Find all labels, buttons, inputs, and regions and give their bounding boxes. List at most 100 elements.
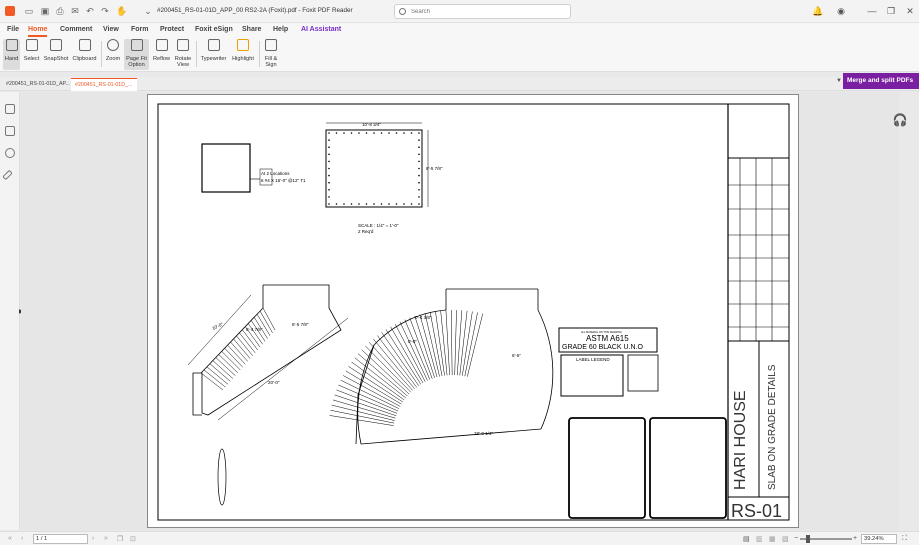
document-title: #200451_RS-01-01D_APP_00 RS2-2A (Foxit).… — [157, 7, 353, 14]
rebar-dot — [358, 132, 360, 134]
rebar-dot — [388, 203, 390, 205]
document-tab-2[interactable]: #200451_RS-01-01D_... — [71, 78, 137, 91]
hand-icon — [5, 39, 18, 51]
rebar-line — [450, 310, 453, 376]
search-input[interactable] — [411, 7, 561, 17]
single-page-icon[interactable]: ▤ — [743, 535, 750, 543]
restore-button[interactable]: ❐ — [885, 5, 897, 17]
next-page-icon[interactable]: › — [92, 535, 94, 542]
typewriter-button[interactable]: Typewriter — [199, 39, 228, 70]
sheet-title: SLAB ON GRADE DETAILS — [767, 364, 778, 490]
center-dimension-3: 6'-5" — [512, 353, 521, 358]
note-rebar: 6 #4 X 16'-0" @12" T1 — [261, 178, 306, 183]
rebar-dot — [418, 181, 420, 184]
left-dimension-1: 10'-0" — [211, 321, 224, 331]
snapshot-icon — [50, 39, 62, 51]
print-icon[interactable]: ⎙ — [55, 6, 65, 16]
chevron-down-icon[interactable]: ▼ — [836, 78, 842, 84]
page-number-field[interactable]: 1 / 1 — [33, 534, 88, 544]
menu-ai-assistant[interactable]: AI Assistant — [301, 26, 341, 33]
continuous-facing-icon[interactable]: ▧ — [782, 535, 789, 543]
previous-page-icon[interactable]: ‹ — [21, 535, 23, 542]
rebar-dot — [380, 132, 383, 134]
note-locations: At 2 Locations — [261, 171, 290, 176]
rebar-dot — [410, 203, 413, 205]
center-dimension-4: 28'-0 1/4" — [474, 431, 493, 436]
zoom-slider-thumb[interactable] — [806, 535, 810, 543]
rebar-line — [329, 415, 394, 426]
select-button[interactable]: Select — [23, 39, 40, 70]
hand-tool-icon[interactable]: ✋ — [116, 6, 127, 16]
menu-share[interactable]: Share — [242, 26, 261, 33]
merge-split-pdfs-button[interactable]: Merge and split PDFs — [843, 73, 919, 89]
comments-icon[interactable] — [5, 148, 15, 158]
rebar-line — [445, 310, 450, 376]
clipboard-button[interactable]: Clipboard — [71, 39, 98, 70]
first-page-icon[interactable]: « — [8, 535, 12, 542]
rebar-line — [414, 315, 435, 378]
fill-sign-button[interactable]: Fill & Sign — [262, 39, 280, 70]
snapshot-button[interactable]: SnapShot — [43, 39, 69, 70]
menu-protect[interactable]: Protect — [160, 26, 184, 33]
rebar-dot — [373, 132, 375, 134]
save-icon[interactable]: ▣ — [40, 6, 50, 16]
reflow-button[interactable]: Reflow — [151, 39, 172, 70]
zoom-button[interactable]: Zoom — [104, 39, 122, 70]
rebar-dot — [343, 203, 345, 205]
page-fit-icon — [130, 39, 143, 51]
highlight-button[interactable]: Highlight — [230, 39, 256, 70]
rebar-dot — [418, 160, 420, 163]
email-icon[interactable]: ✉ — [70, 6, 80, 16]
menu-view[interactable]: View — [103, 26, 119, 33]
zoom-icon — [107, 39, 119, 51]
rebar-line — [200, 372, 224, 391]
customize-dropdown-icon[interactable]: ⌄ — [143, 6, 153, 16]
menu-help[interactable]: Help — [273, 26, 288, 33]
menu-form[interactable]: Form — [131, 26, 149, 33]
menu-file[interactable]: File — [7, 26, 19, 33]
minimize-button[interactable]: — — [866, 5, 878, 17]
attachment-icon[interactable] — [2, 169, 13, 181]
fit-page-icon[interactable]: ⊡ — [130, 535, 136, 543]
document-tab-1[interactable]: #200451_RS-01-01D_AP... — [2, 78, 70, 91]
zoom-out-icon[interactable]: − — [794, 535, 798, 542]
zoom-in-icon[interactable]: + — [853, 535, 857, 542]
rebar-dot — [365, 203, 368, 205]
rotate-icon — [177, 39, 189, 51]
page-fit-option-button[interactable]: Page Fit Option — [124, 39, 149, 70]
select-text-icon — [25, 39, 38, 51]
pages-icon[interactable] — [5, 126, 15, 136]
menu-home[interactable]: Home — [28, 26, 47, 33]
redo-icon[interactable]: ↷ — [100, 6, 110, 16]
title-bar: ▭ ▣ ⎙ ✉ ↶ ↷ ✋ ⌄ #200451_RS-01-01D_APP_00… — [0, 0, 919, 23]
undo-icon[interactable]: ↶ — [85, 6, 95, 16]
pdf-page[interactable]: HARI HOUSE SLAB ON GRADE DETAILS RS-01 A… — [147, 94, 799, 528]
rebar-line — [365, 345, 412, 393]
rebar-line — [440, 310, 448, 376]
menu-esign[interactable]: Foxit eSign — [195, 26, 233, 33]
search-field[interactable] — [394, 4, 571, 19]
close-button[interactable]: ✕ — [904, 5, 916, 17]
headset-support-icon[interactable]: 🎧 — [892, 113, 908, 129]
rebar-dot — [328, 153, 330, 156]
left-dimension-4: 20'-0" — [268, 380, 280, 385]
hand-button[interactable]: Hand — [3, 39, 20, 70]
fullscreen-icon[interactable]: ⛶ — [902, 535, 907, 543]
zoom-level-field[interactable]: 39.24% — [861, 534, 897, 544]
rebar-dot — [418, 189, 420, 191]
ribbon-toolbar: Hand Select SnapShot Clipboard Zoom Page… — [0, 37, 919, 72]
last-page-icon[interactable]: » — [104, 535, 108, 542]
rebar-line — [340, 379, 400, 409]
page-layout-icon[interactable]: ❐ — [117, 535, 123, 543]
bookmark-icon[interactable] — [5, 104, 15, 114]
account-icon[interactable]: ◉ — [835, 5, 847, 17]
rebar-line — [221, 351, 241, 371]
open-folder-icon[interactable]: ▭ — [24, 6, 34, 16]
typewriter-icon — [207, 39, 220, 51]
notification-bell-icon[interactable]: 🔔 — [812, 5, 824, 17]
continuous-icon[interactable]: ▥ — [756, 535, 763, 543]
rotate-view-button[interactable]: Rotate View — [173, 39, 193, 70]
menu-comment[interactable]: Comment — [60, 26, 92, 33]
foxit-logo-icon — [5, 6, 15, 16]
facing-icon[interactable]: ▦ — [769, 535, 776, 543]
